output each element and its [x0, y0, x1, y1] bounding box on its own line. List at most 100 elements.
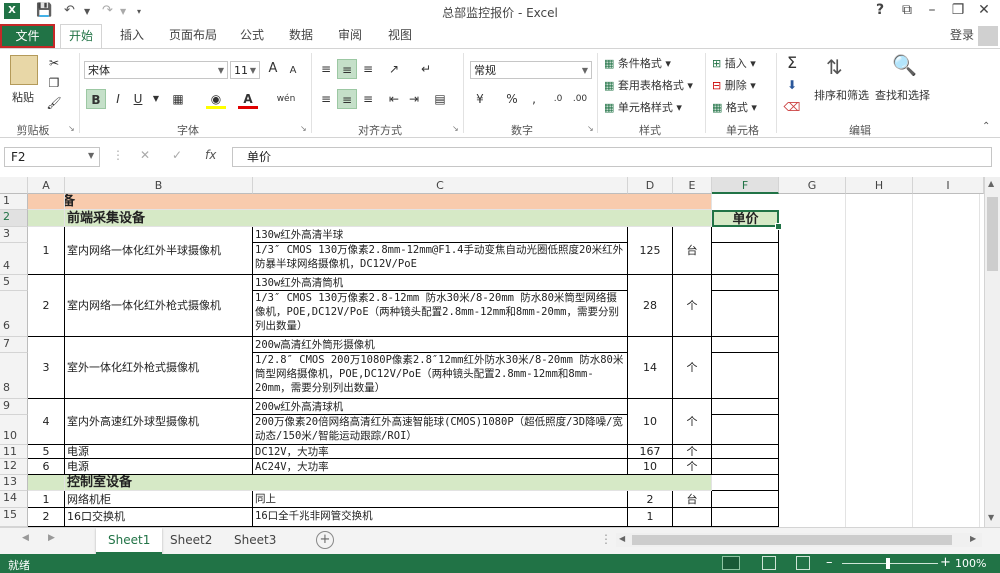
cell-e7[interactable]: 个 — [673, 337, 712, 399]
cell-d14[interactable]: 2 — [628, 491, 673, 508]
cancel-icon[interactable]: ✕ — [140, 148, 150, 162]
cell-f7[interactable] — [712, 337, 779, 353]
sheet-tab-2[interactable]: Sheet2 — [158, 528, 224, 552]
insert-cells-button[interactable]: ⊞ 插入 ▾ — [712, 55, 756, 71]
name-box-dropdown-icon[interactable]: ▼ — [88, 151, 94, 160]
tab-data[interactable]: 数据 — [281, 24, 321, 48]
align-top-icon[interactable]: ≡ — [316, 59, 336, 79]
cell-f3[interactable] — [712, 227, 779, 243]
cell-b5[interactable]: 室内网络一体化红外枪式摄像机 — [65, 275, 253, 337]
minimize-button[interactable]: – — [922, 2, 942, 18]
underline-dropdown-icon[interactable]: ▼ — [146, 89, 166, 109]
scroll-left-icon[interactable]: ◀ — [619, 534, 625, 543]
copy-icon[interactable]: ❐ — [44, 73, 64, 93]
autosum-icon[interactable]: Σ — [782, 53, 802, 73]
sort-filter-icon[interactable]: ⇅ — [826, 55, 843, 79]
row-header-7[interactable]: 7 — [0, 337, 28, 353]
italic-button[interactable]: I — [108, 89, 128, 109]
page-layout-view-icon[interactable] — [762, 556, 776, 570]
cell-e15[interactable] — [673, 508, 712, 527]
tab-insert[interactable]: 插入 — [112, 24, 152, 48]
row-header-4[interactable]: 4 — [0, 243, 28, 275]
cell-d11[interactable]: 167 — [628, 445, 673, 459]
collapse-ribbon-icon[interactable]: ⌃ — [982, 121, 990, 132]
cell-c11[interactable]: DC12V，大功率 — [253, 445, 628, 459]
align-right-icon[interactable]: ≡ — [358, 89, 378, 109]
cell-c7[interactable]: 200w高清红外筒形摄像机 — [253, 337, 628, 353]
cell-e12[interactable]: 个 — [673, 459, 712, 475]
cell-c5[interactable]: 130w红外高清筒机 — [253, 275, 628, 291]
paste-button[interactable]: 粘贴 — [12, 89, 34, 105]
cell-d7[interactable]: 14 — [628, 337, 673, 399]
paste-icon[interactable] — [10, 55, 38, 85]
cell-c12[interactable]: AC24V，大功率 — [253, 459, 628, 475]
cell-a2[interactable] — [28, 210, 65, 227]
row-header-1[interactable]: 1 — [0, 194, 28, 210]
find-select-icon[interactable]: 🔍 — [892, 53, 917, 77]
tab-page-layout[interactable]: 页面布局 — [161, 24, 225, 48]
tab-review[interactable]: 审阅 — [330, 24, 370, 48]
cell-b15[interactable]: 16口交换机 — [65, 508, 253, 527]
row-header-15[interactable]: 15 — [0, 508, 28, 527]
align-middle-icon[interactable]: ≡ — [337, 59, 357, 79]
phonetic-button[interactable]: wén — [276, 89, 296, 109]
normal-view-icon[interactable] — [722, 556, 740, 570]
zoom-slider[interactable] — [842, 558, 938, 569]
column-header-a[interactable]: A — [28, 177, 65, 194]
tab-file[interactable]: 文件 — [0, 24, 55, 48]
row-header-14[interactable]: 14 — [0, 491, 28, 508]
font-color-button[interactable]: A — [238, 89, 258, 109]
page-break-view-icon[interactable] — [796, 556, 810, 570]
cell-b13[interactable]: 控制室设备 — [65, 475, 712, 491]
clear-icon[interactable]: ⌫ — [782, 97, 802, 117]
decrease-decimal-icon[interactable]: .00 — [570, 89, 590, 109]
cell-a9[interactable]: 4 — [28, 399, 65, 445]
currency-icon[interactable]: ¥ — [470, 89, 490, 109]
increase-indent-icon[interactable]: ⇥ — [404, 89, 424, 109]
bold-button[interactable]: B — [86, 89, 106, 109]
zoom-out-icon[interactable]: – — [826, 555, 833, 570]
cell-f10[interactable] — [712, 415, 779, 445]
account-avatar[interactable] — [978, 26, 998, 46]
orientation-icon[interactable]: ↗ — [384, 59, 404, 79]
cell-c14[interactable]: 同上 — [253, 491, 628, 508]
cell-c8[interactable]: 1/2.8″ CMOS 200万1080P像素2.8″12mm红外防水30米/8… — [253, 353, 628, 399]
cell-f8[interactable] — [712, 353, 779, 399]
cell-e5[interactable]: 个 — [673, 275, 712, 337]
merge-center-icon[interactable]: ▤ — [430, 89, 450, 109]
fill-handle[interactable] — [775, 223, 782, 230]
format-as-table-button[interactable]: ▦ 套用表格格式 ▾ — [604, 77, 693, 93]
cell-f13[interactable] — [712, 475, 779, 491]
cell-b1[interactable]: 设备 — [65, 194, 712, 210]
delete-cells-button[interactable]: ⊟ 删除 ▾ — [712, 77, 756, 93]
row-header-2[interactable]: 2 — [0, 210, 28, 227]
cell-d3[interactable]: 125 — [628, 227, 673, 275]
close-button[interactable]: ✕ — [974, 2, 994, 18]
percent-icon[interactable]: % — [502, 89, 522, 109]
row-header-12[interactable]: 12 — [0, 459, 28, 475]
cut-icon[interactable]: ✂ — [44, 53, 64, 73]
tab-home[interactable]: 开始 — [60, 24, 103, 49]
cell-f5[interactable] — [712, 275, 779, 291]
cell-c10[interactable]: 200万像素20倍网络高清红外高速智能球(CMOS)1080P（超低照度/3D降… — [253, 415, 628, 445]
fill-icon[interactable]: ⬇ — [782, 75, 802, 95]
cell-d5[interactable]: 28 — [628, 275, 673, 337]
cell-e9[interactable]: 个 — [673, 399, 712, 445]
login-link[interactable]: 登录 — [942, 24, 982, 48]
cell-f6[interactable] — [712, 291, 779, 337]
row-header-5[interactable]: 5 — [0, 275, 28, 291]
cell-c3[interactable]: 130w红外高清半球 — [253, 227, 628, 243]
row-header-8[interactable]: 8 — [0, 353, 28, 399]
column-header-h[interactable]: H — [846, 177, 913, 194]
row-header-10[interactable]: 10 — [0, 415, 28, 445]
align-left-icon[interactable]: ≡ — [316, 89, 336, 109]
cell-b9[interactable]: 室内外高速红外球型摄像机 — [65, 399, 253, 445]
cell-c9[interactable]: 200w红外高清球机 — [253, 399, 628, 415]
cell-a11[interactable]: 5 — [28, 445, 65, 459]
row-header-11[interactable]: 11 — [0, 445, 28, 459]
add-sheet-icon[interactable]: + — [316, 531, 334, 549]
tab-formulas[interactable]: 公式 — [232, 24, 272, 48]
zoom-level[interactable]: 100% — [955, 557, 986, 570]
shrink-font-button[interactable]: A — [283, 61, 303, 81]
next-sheet-icon[interactable]: ▶ — [48, 533, 55, 543]
